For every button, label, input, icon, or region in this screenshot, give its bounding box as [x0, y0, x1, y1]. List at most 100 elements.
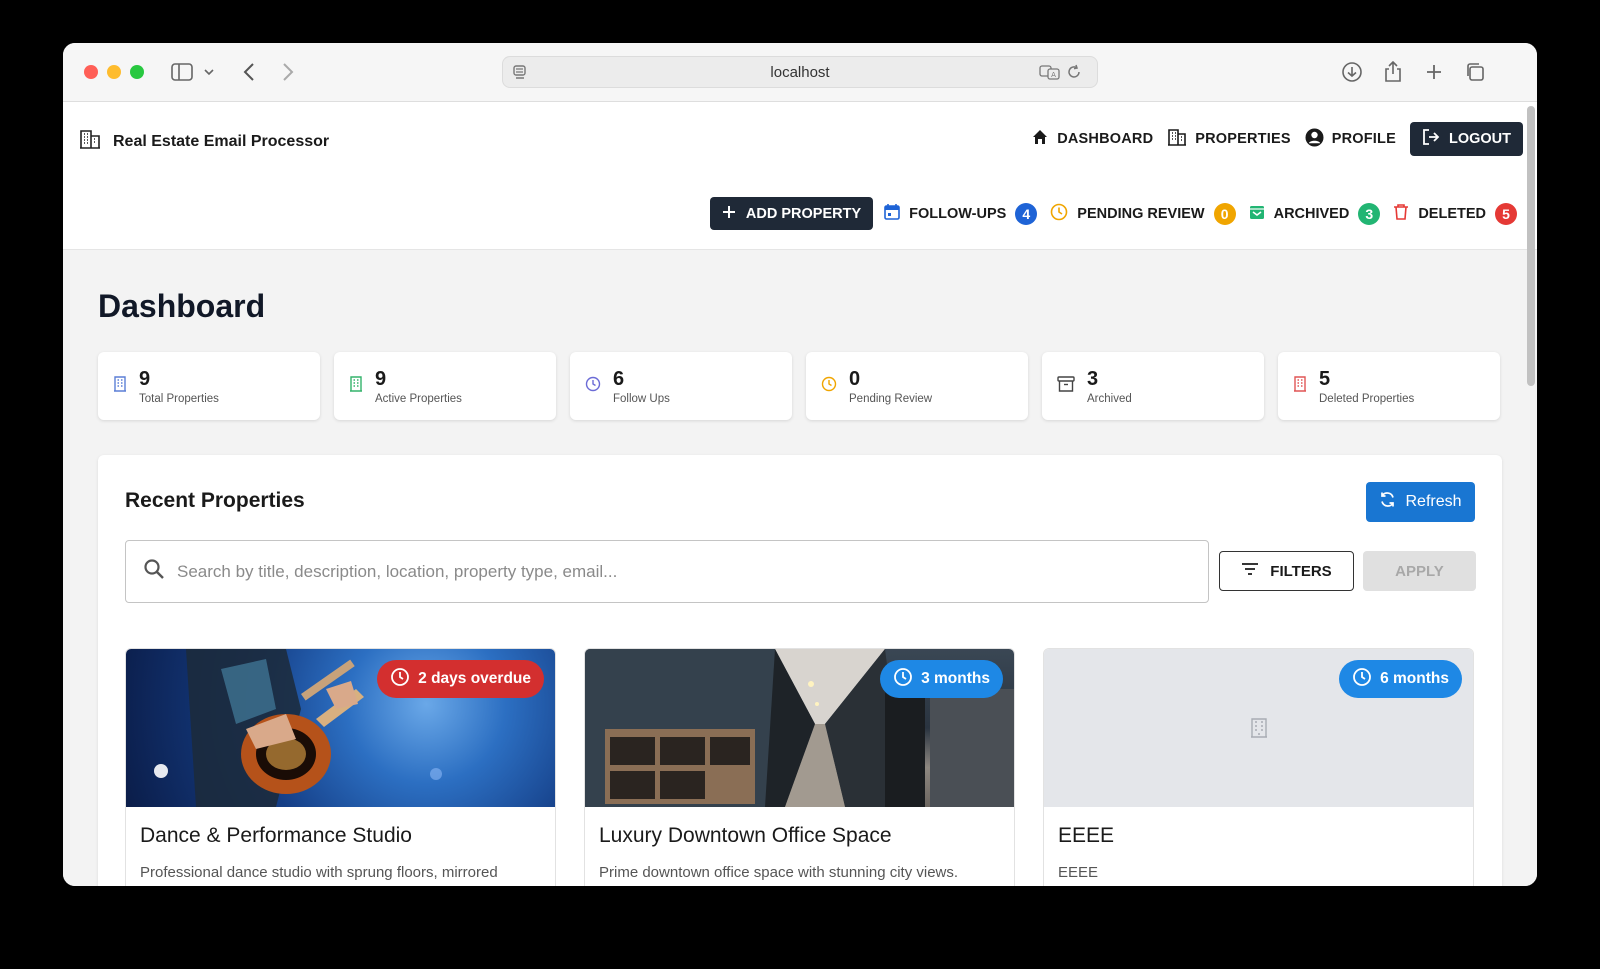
stat-card-pending-review: 0 Pending Review	[806, 352, 1028, 420]
main-content: Dashboard 9 Total Properties 9 Active Prop…	[98, 250, 1502, 886]
property-image: 3 months	[585, 649, 1014, 807]
search-icon	[143, 558, 165, 585]
stat-label: Deleted Properties	[1319, 392, 1415, 405]
nav-dashboard-label: DASHBOARD	[1057, 131, 1154, 147]
deleted-link[interactable]: DELETED 5	[1393, 202, 1521, 225]
tab-overview-icon[interactable]	[1463, 60, 1487, 84]
page-scrollbar[interactable]	[1527, 106, 1535, 386]
page-viewport: Real Estate Email Processor DASHBOARD PR…	[63, 102, 1537, 886]
app-header: Real Estate Email Processor DASHBOARD PR…	[63, 102, 1537, 174]
sub-nav: ADD PROPERTY FOLLOW-UPS 4 PENDING REVIEW…	[709, 197, 1521, 230]
browser-toolbar: localhost A	[63, 43, 1537, 102]
card-description: Professional dance studio with sprung fl…	[140, 864, 498, 881]
filters-button[interactable]: FILTERS	[1219, 551, 1354, 591]
clock-icon	[1050, 203, 1068, 225]
stat-label: Active Properties	[375, 392, 462, 405]
logout-button[interactable]: LOGOUT	[1409, 122, 1523, 156]
property-card[interactable]: 6 months EEEE EEEE	[1043, 648, 1474, 886]
new-tab-icon[interactable]	[1422, 60, 1446, 84]
sidebar-toggle-icon[interactable]	[170, 60, 194, 84]
follow-up-badge: 2 days overdue	[377, 660, 544, 698]
card-description: Prime downtown office space with stunnin…	[599, 864, 959, 881]
search-input[interactable]	[177, 561, 1177, 582]
stat-card-follow-ups: 6 Follow Ups	[570, 352, 792, 420]
stat-label: Archived	[1087, 392, 1132, 405]
building-icon	[113, 375, 127, 397]
address-bar[interactable]: localhost A	[502, 56, 1098, 88]
downloads-icon[interactable]	[1340, 60, 1364, 84]
archived-link[interactable]: ARCHIVED 3	[1249, 202, 1385, 225]
browser-window: localhost A Real Estate Email Processor …	[63, 43, 1537, 886]
building-icon	[1250, 718, 1268, 743]
stat-value: 0	[849, 367, 861, 390]
stat-value: 3	[1087, 367, 1099, 390]
stat-card-total-properties: 9 Total Properties	[98, 352, 320, 420]
deleted-label: DELETED	[1418, 205, 1486, 222]
follow-ups-count-badge: 4	[1015, 202, 1038, 225]
clock-icon	[390, 667, 410, 692]
follow-ups-label: FOLLOW-UPS	[909, 205, 1007, 222]
stat-label: Pending Review	[849, 392, 933, 405]
search-box[interactable]	[125, 540, 1209, 603]
stat-value: 5	[1319, 367, 1331, 390]
add-property-button[interactable]: ADD PROPERTY	[709, 197, 874, 230]
stat-value: 6	[613, 367, 625, 390]
property-card[interactable]: 3 months Luxury Downtown Office Space Pr…	[584, 648, 1015, 886]
translate-icon[interactable]: A	[1039, 64, 1061, 85]
building-icon	[1293, 375, 1307, 397]
back-icon[interactable]	[239, 60, 259, 84]
account-icon	[1305, 128, 1324, 151]
filter-icon	[1241, 562, 1259, 580]
nav-dashboard[interactable]: DASHBOARD	[1031, 128, 1153, 150]
stat-value: 9	[139, 367, 151, 390]
zoom-window-button[interactable]	[130, 65, 144, 79]
chevron-down-icon[interactable]	[202, 60, 216, 84]
reload-icon[interactable]	[1066, 64, 1082, 85]
building-icon	[1167, 128, 1187, 150]
refresh-icon	[1379, 491, 1396, 513]
refresh-button[interactable]: Refresh	[1366, 482, 1475, 522]
refresh-label: Refresh	[1405, 493, 1462, 510]
building-icon	[349, 375, 363, 397]
archived-count-badge: 3	[1358, 202, 1381, 225]
clock-icon	[821, 376, 837, 397]
stat-value: 9	[375, 367, 387, 390]
badge-text: 3 months	[921, 670, 990, 687]
card-title: Luxury Downtown Office Space	[599, 824, 892, 847]
plus-icon	[722, 205, 736, 223]
filters-label: FILTERS	[1270, 562, 1332, 580]
apply-button[interactable]: APPLY	[1363, 551, 1476, 591]
svg-text:A: A	[1051, 71, 1056, 79]
pending-review-label: PENDING REVIEW	[1077, 205, 1205, 222]
trash-icon	[1393, 203, 1409, 224]
property-image-placeholder: 6 months	[1044, 649, 1473, 807]
close-window-button[interactable]	[84, 65, 98, 79]
archive-icon	[1249, 204, 1265, 224]
clock-icon	[893, 667, 913, 692]
property-image: 2 days overdue	[126, 649, 555, 807]
follow-up-badge: 6 months	[1339, 660, 1462, 698]
nav-profile[interactable]: PROFILE	[1305, 128, 1396, 151]
share-icon[interactable]	[1381, 60, 1405, 84]
clock-icon	[585, 376, 601, 397]
follow-ups-link[interactable]: FOLLOW-UPS 4	[884, 202, 1041, 225]
minimize-window-button[interactable]	[107, 65, 121, 79]
deleted-count-badge: 5	[1495, 202, 1517, 225]
archive-box-icon	[1057, 375, 1075, 397]
brand[interactable]: Real Estate Email Processor	[79, 128, 329, 155]
panel-title: Recent Properties	[125, 489, 305, 512]
nav-properties[interactable]: PROPERTIES	[1167, 128, 1291, 150]
logout-icon	[1422, 128, 1440, 150]
url-text: localhost	[770, 64, 830, 81]
property-cards: 2 days overdue Dance & Performance Studi…	[125, 648, 1474, 886]
pending-review-link[interactable]: PENDING REVIEW 0	[1050, 202, 1239, 225]
stat-label: Follow Ups	[613, 392, 670, 405]
stats-row: 9 Total Properties 9 Active Properties 6 Fo…	[98, 352, 1502, 420]
brand-title: Real Estate Email Processor	[113, 132, 330, 150]
main-nav: DASHBOARD PROPERTIES PROFILE LOGOUT	[1031, 122, 1523, 156]
logout-label: LOGOUT	[1448, 131, 1511, 147]
forward-icon[interactable]	[278, 60, 298, 84]
follow-up-badge: 3 months	[880, 660, 1003, 698]
stat-card-active-properties: 9 Active Properties	[334, 352, 556, 420]
property-card[interactable]: 2 days overdue Dance & Performance Studi…	[125, 648, 556, 886]
